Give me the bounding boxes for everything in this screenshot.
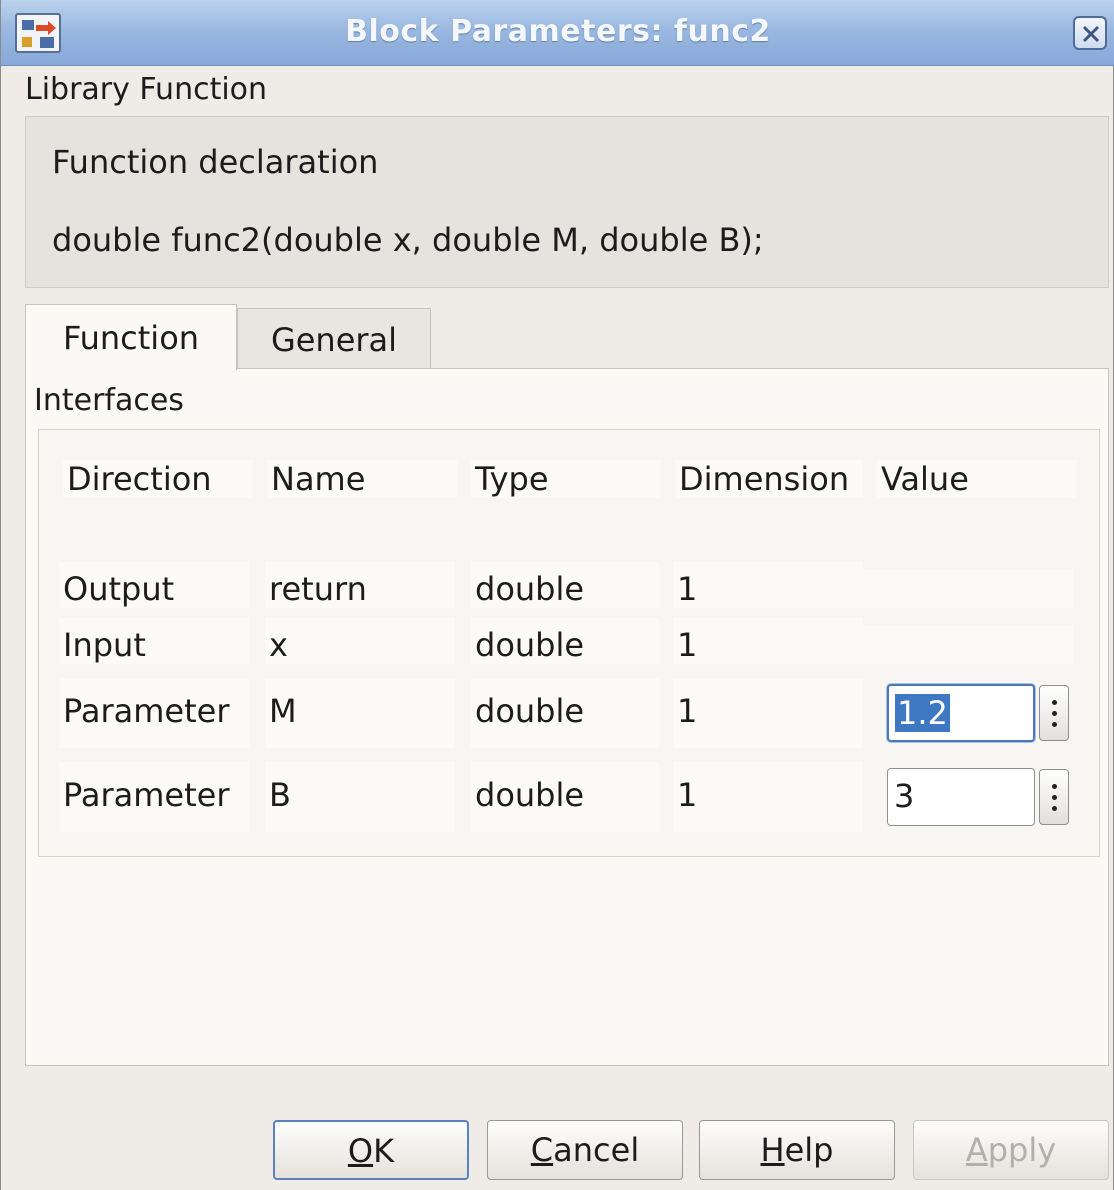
- column-header-dimension: Dimension: [675, 460, 863, 498]
- ok-mnemonic: O: [347, 1132, 374, 1170]
- row-type: double: [471, 762, 659, 832]
- column-header-value: Value: [877, 460, 1077, 498]
- close-icon[interactable]: [1073, 16, 1107, 50]
- row-direction: Parameter: [59, 762, 249, 832]
- parameter-b-more-button[interactable]: [1039, 769, 1069, 825]
- row-dimension: 1: [673, 762, 863, 832]
- column-header-type: Type: [471, 460, 661, 498]
- cancel-label: ancel: [553, 1131, 640, 1169]
- parameter-m-value-input[interactable]: 1.2: [887, 684, 1035, 742]
- row-name: B: [265, 762, 455, 832]
- row-direction: Output: [59, 562, 249, 608]
- row-type: double: [471, 678, 659, 748]
- row-dimension: 1: [673, 678, 863, 748]
- row-name: x: [265, 618, 455, 664]
- column-header-direction: Direction: [63, 460, 253, 498]
- selected-text: 1.2: [895, 694, 950, 732]
- parameter-b-value-input[interactable]: 3: [887, 768, 1035, 826]
- row-direction: Input: [59, 618, 249, 664]
- help-mnemonic: H: [760, 1131, 785, 1169]
- function-declaration: double func2(double x, double M, double …: [52, 221, 764, 259]
- column-header-name: Name: [267, 460, 457, 498]
- help-label: elp: [784, 1131, 834, 1169]
- ok-button[interactable]: OK: [273, 1120, 469, 1180]
- row-name: return: [265, 562, 455, 608]
- help-button[interactable]: Help: [699, 1120, 895, 1180]
- apply-mnemonic: A: [965, 1131, 988, 1169]
- tab-function[interactable]: Function: [25, 304, 237, 370]
- row-direction: Parameter: [59, 678, 249, 748]
- row-type: double: [471, 562, 659, 608]
- description-title: Function declaration: [52, 143, 379, 181]
- cancel-button[interactable]: Cancel: [487, 1120, 683, 1180]
- interfaces-table: Direction Name Type Dimension Value Outp…: [38, 429, 1100, 857]
- function-tab-panel: Interfaces Direction Name Type Dimension…: [25, 368, 1109, 1066]
- block-parameters-dialog: Block Parameters: func2 Library Function…: [0, 0, 1114, 1190]
- apply-button[interactable]: Apply: [913, 1120, 1109, 1180]
- row-type: double: [471, 618, 659, 664]
- interfaces-group-label: Interfaces: [34, 383, 184, 418]
- cancel-mnemonic: C: [530, 1131, 554, 1169]
- row-dimension: 1: [673, 618, 863, 664]
- ok-label: K: [373, 1132, 395, 1170]
- row-dimension: 1: [673, 562, 863, 608]
- description-panel: Function declaration double func2(double…: [25, 116, 1109, 288]
- window-title: Block Parameters: func2: [345, 14, 771, 49]
- block-type-label: Library Function: [25, 72, 268, 107]
- parameter-m-more-button[interactable]: [1039, 685, 1069, 741]
- title-bar[interactable]: Block Parameters: func2: [1, 0, 1114, 66]
- apply-label: pply: [987, 1131, 1057, 1169]
- tab-general[interactable]: General: [237, 308, 431, 368]
- row-name: M: [265, 678, 455, 748]
